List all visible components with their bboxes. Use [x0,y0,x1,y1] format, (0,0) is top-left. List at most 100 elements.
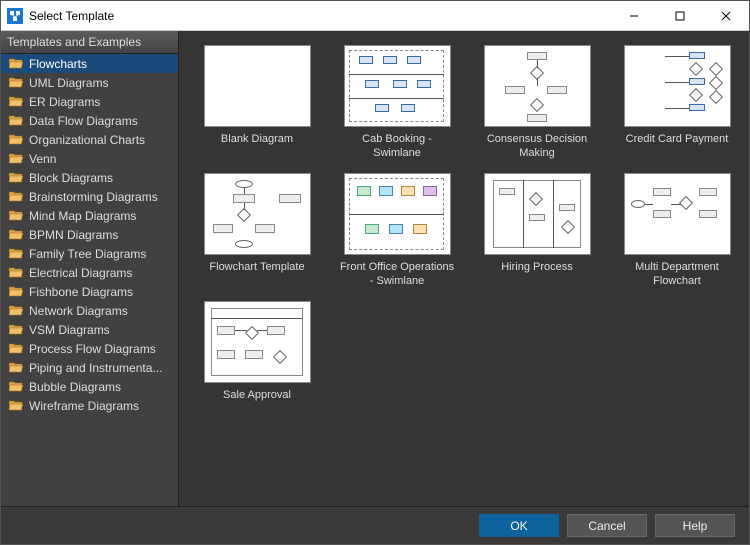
sidebar-item-label: Network Diagrams [29,304,128,318]
ok-button[interactable]: OK [479,514,559,537]
template-item-consensus-decision-making[interactable]: Consensus Decision Making [477,45,597,161]
template-label: Consensus Decision Making [477,133,597,161]
sidebar-item-fishbone-diagrams[interactable]: Fishbone Diagrams [1,282,178,301]
sidebar-item-uml-diagrams[interactable]: UML Diagrams [1,73,178,92]
sidebar-item-label: Wireframe Diagrams [29,399,139,413]
sidebar-item-label: Flowcharts [29,57,87,71]
sidebar-item-label: Mind Map Diagrams [29,209,136,223]
folder-icon [9,229,23,240]
sidebar-item-family-tree-diagrams[interactable]: Family Tree Diagrams [1,244,178,263]
minimize-button[interactable] [611,1,657,31]
titlebar: Select Template [1,1,749,31]
folder-icon [9,210,23,221]
sidebar-item-mind-map-diagrams[interactable]: Mind Map Diagrams [1,206,178,225]
template-item-multi-department-flowchart[interactable]: Multi Department Flowchart [617,173,737,289]
template-thumbnail [344,45,451,127]
folder-icon [9,286,23,297]
template-label: Credit Card Payment [626,133,729,161]
template-label: Hiring Process [501,261,573,289]
sidebar-item-organizational-charts[interactable]: Organizational Charts [1,130,178,149]
sidebar-item-piping-and-instrumenta[interactable]: Piping and Instrumenta... [1,358,178,377]
template-label: Front Office Operations - Swimlane [337,261,457,289]
sidebar-item-block-diagrams[interactable]: Block Diagrams [1,168,178,187]
sidebar-item-label: Piping and Instrumenta... [29,361,162,375]
template-item-credit-card-payment[interactable]: Credit Card Payment [617,45,737,161]
template-gallery: Blank Diagram Cab Booking - Swimlane Conse… [179,31,749,506]
maximize-button[interactable] [657,1,703,31]
sidebar-item-bubble-diagrams[interactable]: Bubble Diagrams [1,377,178,396]
folder-icon [9,172,23,183]
app-icon [7,8,23,24]
folder-icon [9,153,23,164]
sidebar-item-label: Fishbone Diagrams [29,285,133,299]
dialog-footer: OK Cancel Help [1,506,749,544]
sidebar-item-data-flow-diagrams[interactable]: Data Flow Diagrams [1,111,178,130]
sidebar-item-label: UML Diagrams [29,76,109,90]
folder-icon [9,381,23,392]
sidebar-item-venn[interactable]: Venn [1,149,178,168]
template-item-hiring-process[interactable]: Hiring Process [477,173,597,289]
sidebar-item-label: Venn [29,152,56,166]
template-label: Cab Booking - Swimlane [337,133,457,161]
template-thumbnail [204,45,311,127]
sidebar-item-flowcharts[interactable]: Flowcharts [1,54,178,73]
template-label: Blank Diagram [221,133,293,161]
folder-icon [9,305,23,316]
folder-icon [9,191,23,202]
folder-icon [9,400,23,411]
template-label: Flowchart Template [209,261,304,289]
folder-icon [9,267,23,278]
window-title: Select Template [29,9,114,23]
sidebar-item-brainstorming-diagrams[interactable]: Brainstorming Diagrams [1,187,178,206]
sidebar: Templates and Examples Flowcharts UML Dia… [1,31,179,506]
dialog-body: Templates and Examples Flowcharts UML Dia… [1,31,749,506]
sidebar-header: Templates and Examples [1,31,178,54]
sidebar-item-label: Data Flow Diagrams [29,114,138,128]
template-thumbnail [484,45,591,127]
folder-icon [9,134,23,145]
template-item-blank-diagram[interactable]: Blank Diagram [197,45,317,161]
folder-icon [9,58,23,69]
sidebar-item-process-flow-diagrams[interactable]: Process Flow Diagrams [1,339,178,358]
cancel-button[interactable]: Cancel [567,514,647,537]
template-thumbnail [624,45,731,127]
template-thumbnail [204,173,311,255]
close-button[interactable] [703,1,749,31]
template-item-cab-booking-swimlane[interactable]: Cab Booking - Swimlane [337,45,457,161]
sidebar-item-wireframe-diagrams[interactable]: Wireframe Diagrams [1,396,178,415]
sidebar-item-label: Brainstorming Diagrams [29,190,158,204]
template-category-tree[interactable]: Flowcharts UML Diagrams ER Diagrams Data Fl… [1,54,178,506]
sidebar-item-label: BPMN Diagrams [29,228,118,242]
folder-icon [9,77,23,88]
folder-icon [9,248,23,259]
folder-icon [9,96,23,107]
sidebar-item-er-diagrams[interactable]: ER Diagrams [1,92,178,111]
sidebar-item-label: ER Diagrams [29,95,100,109]
sidebar-item-label: Bubble Diagrams [29,380,121,394]
template-thumbnail [484,173,591,255]
template-item-flowchart-template[interactable]: Flowchart Template [197,173,317,289]
sidebar-item-vsm-diagrams[interactable]: VSM Diagrams [1,320,178,339]
sidebar-item-label: Organizational Charts [29,133,145,147]
sidebar-item-network-diagrams[interactable]: Network Diagrams [1,301,178,320]
sidebar-item-electrical-diagrams[interactable]: Electrical Diagrams [1,263,178,282]
template-thumbnail [344,173,451,255]
template-label: Multi Department Flowchart [617,261,737,289]
sidebar-item-label: Electrical Diagrams [29,266,132,280]
template-label: Sale Approval [223,389,291,417]
template-thumbnail [204,301,311,383]
sidebar-item-label: Block Diagrams [29,171,113,185]
template-item-sale-approval[interactable]: Sale Approval [197,301,317,417]
sidebar-item-label: Family Tree Diagrams [29,247,146,261]
sidebar-item-bpmn-diagrams[interactable]: BPMN Diagrams [1,225,178,244]
template-item-front-office-operations-swimlane[interactable]: Front Office Operations - Swimlane [337,173,457,289]
dialog-window: Select Template Templates and Examples F… [0,0,750,545]
template-thumbnail [624,173,731,255]
folder-icon [9,362,23,373]
sidebar-item-label: Process Flow Diagrams [29,342,156,356]
folder-icon [9,343,23,354]
sidebar-item-label: VSM Diagrams [29,323,110,337]
folder-icon [9,324,23,335]
folder-icon [9,115,23,126]
help-button[interactable]: Help [655,514,735,537]
